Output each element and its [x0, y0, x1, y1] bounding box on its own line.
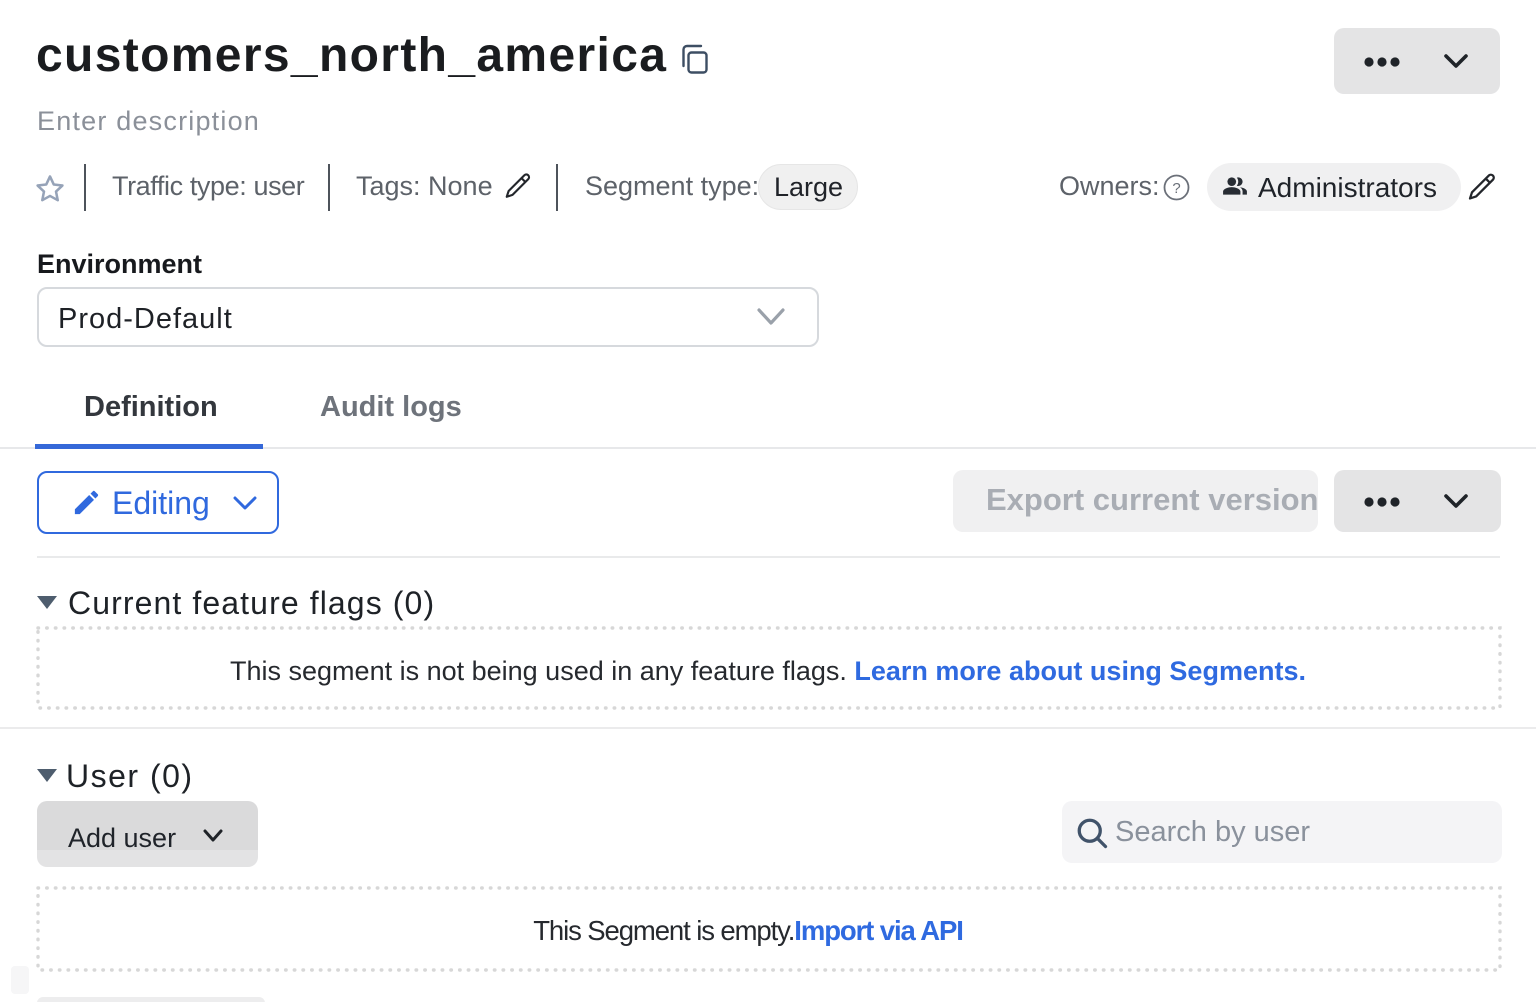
svg-text:?: ?: [1172, 180, 1180, 197]
